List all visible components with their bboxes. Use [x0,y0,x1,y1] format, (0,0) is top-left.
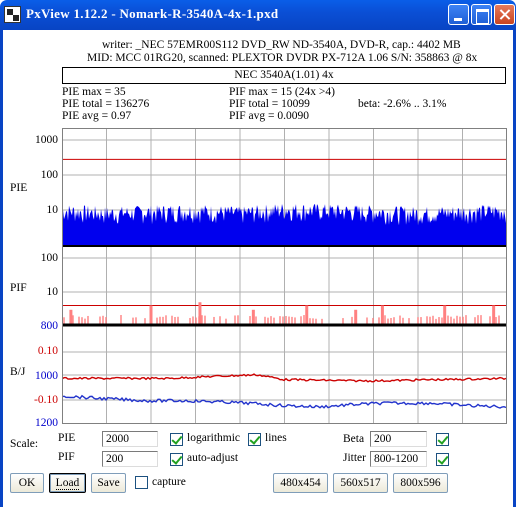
beta-range: beta: -2.6% .. 3.1% [358,98,447,110]
ok-button[interactable]: OK [10,473,44,493]
pie-avg: PIE avg = 0.97 [62,110,132,122]
beta-tick-minus: -0.10 [34,394,58,406]
pif-scale-input[interactable]: 200 [102,451,158,467]
writer-info: writer: _NEC 57EMR00S112 DVD_RW ND-3540A… [102,39,461,51]
jitter-tick-1200: 1200 [35,417,58,429]
size-800x596-button[interactable]: 800x596 [393,473,448,493]
size-560x517-button[interactable]: 560x517 [333,473,388,493]
pie-max: PIE max = 35 [62,86,126,98]
pif-total: PIF total = 10099 [229,98,310,110]
close-button[interactable] [494,4,515,25]
beta-scale-label: Beta [343,433,365,445]
disc-label: NEC 3540A(1.01) 4x [62,67,506,84]
pie-scale-label: PIE [58,432,76,444]
scan-graph [62,128,507,424]
minimize-button[interactable] [448,4,469,25]
logarithmic-checkbox[interactable] [170,433,183,446]
app-icon[interactable] [4,6,21,23]
beta-tick-plus: 0.10 [37,345,58,357]
jitter-scale-input[interactable]: 800-1200 [370,451,427,467]
auto-adjust-checkbox[interactable] [170,453,183,466]
save-button[interactable]: Save [91,473,126,493]
size-480x454-label: 480x454 [280,477,321,489]
pie-total: PIE total = 136276 [62,98,150,110]
pif-scale-label: PIF [58,451,75,463]
pif-avg: PIF avg = 0.0090 [229,110,309,122]
lines-checkbox[interactable] [248,433,261,446]
pif-max: PIF max = 15 (24x >4) [229,86,335,98]
pie-tick-1000: 1000 [35,134,58,146]
capture-label: capture [152,476,186,488]
beta-checkbox[interactable] [436,433,449,446]
size-480x454-button[interactable]: 480x454 [273,473,328,493]
pif-tick-10: 10 [46,286,59,298]
load-button-label: Load [55,477,80,490]
media-info: MID: MCC 01RG20, scanned: PLEXTOR DVDR P… [87,52,478,64]
pif-tick-100: 100 [40,252,58,264]
load-button[interactable]: Load [49,473,86,493]
capture-checkbox[interactable] [135,476,148,489]
jitter-scale-label: Jitter [343,452,366,464]
pie-tick-100: 100 [40,169,58,181]
maximize-button[interactable] [471,4,492,25]
window-title: PxView 1.12.2 - Nomark-R-3540A-4x-1.pxd [26,6,279,21]
logarithmic-label: logarithmic [187,432,241,444]
jitter-tick-1000: 1000 [35,370,58,382]
size-560x517-label: 560x517 [340,477,381,489]
auto-adjust-label: auto-adjust [187,452,239,464]
jitter-checkbox[interactable] [436,453,449,466]
lines-label: lines [265,432,287,444]
size-800x596-label: 800x596 [400,477,441,489]
ok-button-label: OK [18,477,36,489]
save-button-label: Save [97,477,120,489]
pie-tick-10: 10 [46,204,59,216]
pie-scale-input[interactable]: 2000 [102,431,158,447]
jitter-tick-800: 800 [40,320,58,332]
pie-axis-label: PIE [10,182,28,194]
beta-scale-input[interactable]: 200 [370,431,427,447]
title-bar[interactable]: PxView 1.12.2 - Nomark-R-3540A-4x-1.pxd [0,0,516,30]
scale-label: Scale: [10,438,39,450]
